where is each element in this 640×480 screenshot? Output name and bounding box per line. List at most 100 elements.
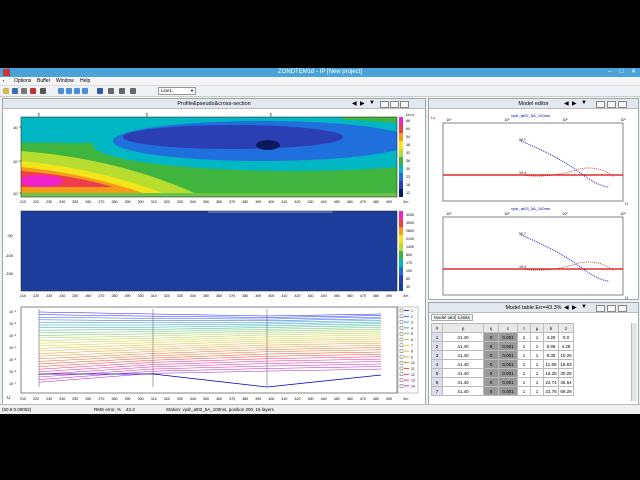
series-checkbox[interactable]	[399, 343, 404, 348]
line-selector[interactable]: Line1 ▼	[158, 87, 196, 95]
profile-plots[interactable]: 10⁻¹ 10⁻² 10⁻³ 66605448423630231812 Ω·m …	[3, 109, 425, 404]
sounding-curve-2[interactable]: 10⁰ 10¹ 10² 10³ 59.7 19.4 U	[442, 212, 628, 299]
table-cell[interactable]: 1	[517, 368, 531, 378]
tools-icon[interactable]	[21, 88, 27, 94]
table-row[interactable]: 7 41.40 0 0.001 1 1 31.76 69.28	[431, 386, 574, 396]
table-cell[interactable]: 16.28	[543, 368, 559, 378]
table-cell[interactable]: 1	[530, 368, 544, 378]
layout-icon-4[interactable]	[82, 88, 88, 94]
panel-maximize-button[interactable]	[607, 101, 616, 108]
table-cell[interactable]: 5	[431, 368, 443, 378]
close-button[interactable]: ✕	[628, 69, 639, 76]
table-cell[interactable]: 0.001	[498, 368, 518, 378]
table-cell[interactable]: 8.35	[543, 350, 559, 360]
copy-icon[interactable]	[108, 88, 114, 94]
tab-limits[interactable]: Limits	[455, 314, 473, 321]
table-row[interactable]: 3 41.40 0 0.001 1 1 8.35 10.25	[431, 350, 574, 360]
table-cell[interactable]: 1	[530, 377, 544, 387]
series-checkbox[interactable]	[399, 384, 404, 388]
table-cell[interactable]: 0	[483, 386, 499, 396]
table-cell[interactable]: 0	[483, 350, 499, 360]
undo-icon[interactable]	[130, 88, 136, 94]
panel-maximize-button[interactable]	[607, 305, 616, 312]
table-cell[interactable]: 0	[483, 377, 499, 387]
series-checkbox[interactable]	[399, 320, 404, 324]
table-cell[interactable]: 4.28	[543, 332, 559, 342]
prev-icon[interactable]: ◀	[352, 100, 357, 107]
table-cell[interactable]: 6	[431, 377, 443, 387]
prev-icon[interactable]: ◀	[564, 304, 569, 311]
next-icon[interactable]: ▶	[360, 100, 365, 107]
table-cell[interactable]: 41.40	[442, 386, 484, 396]
column-header[interactable]: #	[431, 323, 443, 333]
settings-icon[interactable]	[40, 88, 46, 94]
table-cell[interactable]: 41.40	[442, 359, 484, 369]
table-cell[interactable]: 7	[431, 386, 443, 396]
panel-maximize-button[interactable]	[390, 101, 399, 108]
layout-icon-2[interactable]	[66, 88, 72, 94]
table-cell[interactable]: 41.40	[442, 377, 484, 387]
cross-section-plot[interactable]: -50 -100 -150 4200 3500 2800 2100 1400 800 170…	[5, 210, 414, 292]
table-cell[interactable]: 1	[517, 350, 531, 360]
print-icon[interactable]	[119, 88, 125, 94]
series-checkbox[interactable]	[399, 366, 404, 371]
table-cell[interactable]: 1	[530, 359, 544, 369]
table-cell[interactable]: 1	[530, 332, 544, 342]
column-header[interactable]: z	[558, 323, 574, 333]
table-cell[interactable]: 3	[431, 350, 443, 360]
series-checkbox[interactable]	[399, 308, 404, 313]
next-icon[interactable]: ▶	[572, 304, 577, 311]
panel-close-button[interactable]	[618, 305, 627, 312]
dropdown-icon[interactable]: ▼	[581, 304, 587, 310]
model-icon[interactable]	[97, 88, 103, 94]
table-cell[interactable]: 0	[483, 332, 499, 342]
table-cell[interactable]: 5.98	[543, 341, 559, 351]
table-cell[interactable]: 31.76	[543, 386, 559, 396]
column-header[interactable]: τ	[517, 323, 531, 333]
series-checkbox[interactable]	[399, 331, 404, 336]
save-icon[interactable]	[12, 88, 18, 94]
table-cell[interactable]: 0	[483, 359, 499, 369]
table-cell[interactable]: 0.001	[498, 341, 518, 351]
panel-minimize-button[interactable]	[596, 305, 605, 312]
series-checkbox[interactable]	[399, 326, 404, 330]
curves-plot[interactable]: 10⁻¹10⁻²10⁻³10⁻⁴10⁻⁵10⁻⁶10⁻⁷ 12345678910…	[7, 306, 419, 400]
model-table[interactable]: # ρ η c τ μ h z 1 41.40 0 0.001 1 1 4.28 0.0 2 41.40 0 0.0…	[431, 323, 574, 396]
layout-icon-3[interactable]	[74, 88, 80, 94]
table-cell[interactable]: 0.001	[498, 386, 518, 396]
table-cell[interactable]: 0.001	[498, 350, 518, 360]
menu-window[interactable]: Window	[56, 78, 74, 84]
series-checkbox[interactable]	[399, 372, 404, 376]
table-cell[interactable]: 1	[530, 341, 544, 351]
layout-icon-1[interactable]	[58, 88, 64, 94]
menu-buffer[interactable]: Buffer	[37, 78, 50, 84]
table-cell[interactable]: 2	[431, 341, 443, 351]
table-cell[interactable]: 0	[483, 341, 499, 351]
table-row[interactable]: 1 41.40 0 0.001 1 1 4.28 0.0	[431, 332, 574, 342]
table-row[interactable]: 2 41.40 0 0.001 1 1 5.98 4.28	[431, 341, 574, 351]
table-row[interactable]: 6 41.40 0 0.001 1 1 22.74 46.54	[431, 377, 574, 387]
panel-minimize-button[interactable]	[380, 101, 389, 108]
next-icon[interactable]: ▶	[572, 100, 577, 107]
column-header[interactable]: c	[498, 323, 518, 333]
table-cell[interactable]: 4.28	[558, 341, 574, 351]
table-cell[interactable]: 22.74	[543, 377, 559, 387]
column-header[interactable]: ρ	[442, 323, 484, 333]
menu-options[interactable]: Options	[14, 78, 31, 84]
series-checkbox[interactable]	[399, 355, 404, 359]
minimize-button[interactable]: –	[604, 69, 615, 76]
series-checkbox[interactable]	[399, 337, 404, 342]
model-editor-plots[interactable]: t,s 10⁰ 10¹ 10² 10³ vydr_at02_5A_100ms 59.7 19…	[429, 109, 638, 299]
table-cell[interactable]: 1	[517, 386, 531, 396]
table-cell[interactable]: 0.0	[558, 332, 574, 342]
series-checkbox[interactable]	[399, 349, 404, 353]
table-cell[interactable]: 1	[517, 377, 531, 387]
table-cell[interactable]: 0.001	[498, 332, 518, 342]
series-checkbox[interactable]	[399, 378, 404, 382]
table-cell[interactable]: 1	[530, 350, 544, 360]
table-cell[interactable]: 10.25	[558, 350, 574, 360]
table-cell[interactable]: 18.63	[558, 359, 574, 369]
table-cell[interactable]: 1	[530, 386, 544, 396]
table-cell[interactable]: 0	[483, 368, 499, 378]
table-cell[interactable]: 1	[517, 341, 531, 351]
